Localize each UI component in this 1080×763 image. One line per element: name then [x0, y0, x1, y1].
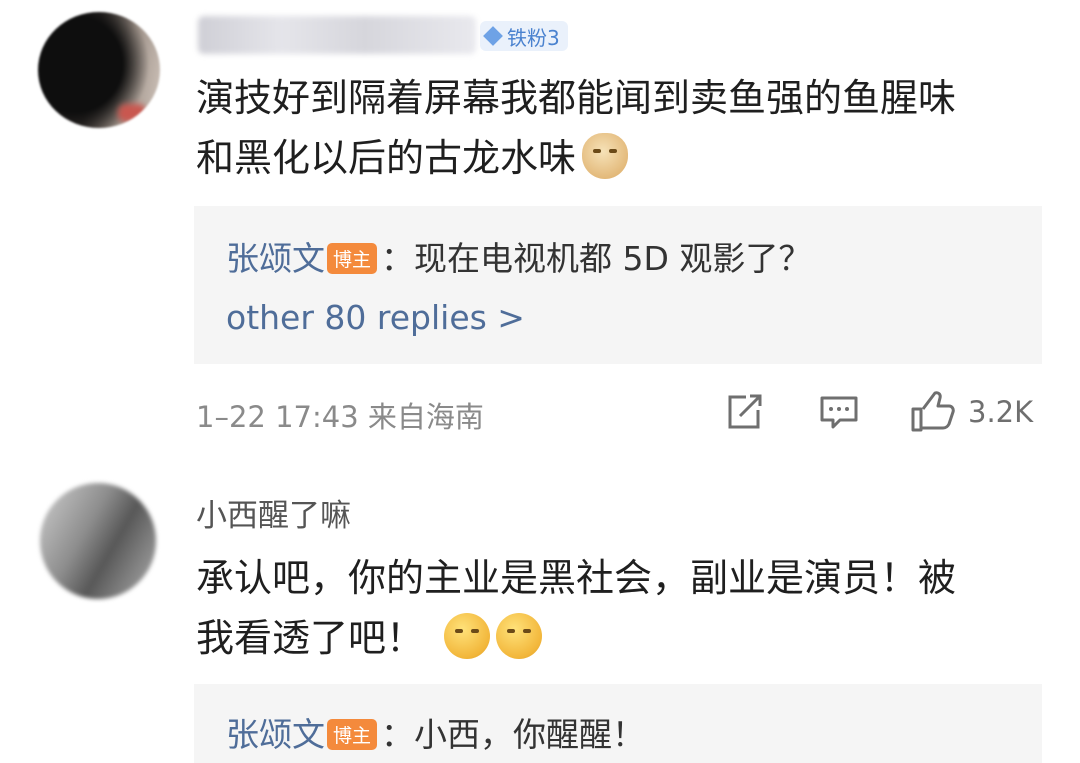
avatar[interactable]: [38, 12, 160, 128]
comment-text-line: 承认吧，你的主业是黑社会，副业是演员！被: [196, 556, 957, 600]
like-button[interactable]: 3.2K: [910, 391, 1034, 432]
reply-item: 张颂文 博主 ：现在电视机都 5D 观影了？: [226, 232, 811, 280]
diamond-icon: [483, 26, 503, 46]
reply-text: ：现在电视机都 5D 观影了？: [381, 239, 812, 278]
shush-face-icon: [444, 613, 491, 659]
comment-text: 演技好到隔着屏幕我都能闻到卖鱼强的鱼腥味 和黑化以后的古龙水味: [196, 68, 1056, 188]
reply-preview[interactable]: 张颂文 博主 ：现在电视机都 5D 观影了？ other 80 replies >: [194, 206, 1042, 364]
avatar[interactable]: [40, 483, 156, 599]
comment-icon: [820, 396, 858, 429]
doge-icon: [582, 133, 629, 179]
fan-level-badge: 铁粉3: [480, 21, 568, 51]
like-count: 3.2K: [968, 395, 1034, 429]
blogger-tag: 博主: [327, 719, 378, 750]
blogger-tag: 博主: [327, 243, 378, 274]
reply-text: ：小西，你醒醒！: [381, 715, 646, 754]
comment-text-line: 我看透了吧！: [196, 616, 425, 660]
share-button[interactable]: [724, 392, 764, 432]
username-blurred[interactable]: [198, 16, 476, 54]
reply-author[interactable]: 张颂文: [226, 715, 325, 754]
fan-level-label: 铁粉3: [507, 25, 560, 50]
shush-face-icon: [496, 613, 543, 659]
comment-text-line: 和黑化以后的古龙水味: [196, 136, 577, 180]
reply-preview[interactable]: 张颂文 博主 ：小西，你醒醒！: [194, 684, 1042, 763]
thumbs-up-icon: [911, 391, 955, 432]
more-replies-link[interactable]: other 80 replies >: [226, 298, 525, 337]
comment-text: 承认吧，你的主业是黑社会，副业是演员！被 我看透了吧！: [196, 548, 1056, 668]
comment-meta: 1–22 17:43 来自海南: [196, 400, 484, 434]
reply-author[interactable]: 张颂文: [226, 239, 325, 278]
username[interactable]: 小西醒了嘛: [196, 490, 351, 535]
reply-item: 张颂文 博主 ：小西，你醒醒！: [226, 708, 645, 756]
comment-button[interactable]: [818, 392, 860, 432]
share-icon: [728, 394, 762, 429]
comment-text-line: 演技好到隔着屏幕我都能闻到卖鱼强的鱼腥味: [196, 76, 957, 120]
